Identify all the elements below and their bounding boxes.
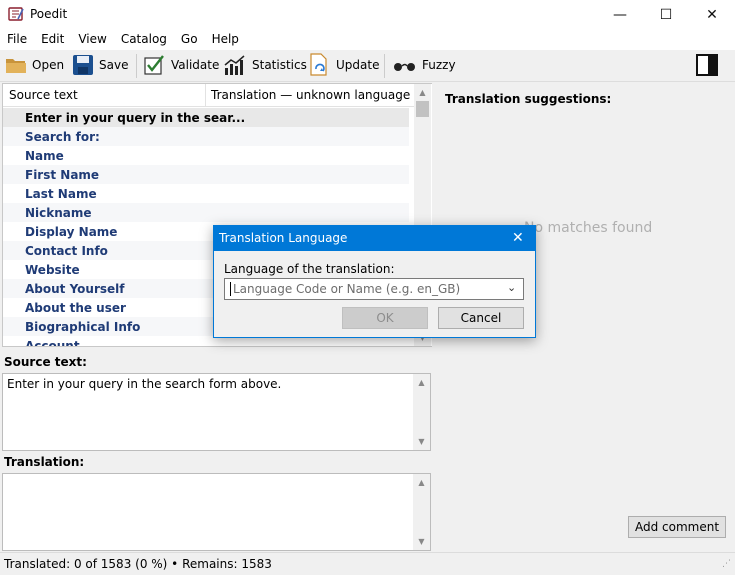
chevron-down-icon[interactable]: ▼ (413, 433, 430, 450)
statistics-label: Statistics (252, 58, 307, 72)
add-comment-button[interactable]: Add comment (628, 516, 726, 538)
open-label: Open (32, 58, 65, 72)
maximize-button[interactable]: ☐ (643, 0, 689, 30)
minimize-icon: — (613, 7, 627, 23)
text-caret (230, 282, 231, 296)
no-matches-text: No matches found (524, 220, 653, 236)
status-text: Translated: 0 of 1583 (0 %) • Remains: 1… (4, 557, 272, 571)
glasses-icon (394, 63, 415, 71)
statistics-chart-icon (224, 55, 245, 75)
toolbar-separator (136, 54, 137, 78)
source-text-label: Source text: (4, 355, 87, 369)
update-button[interactable]: Update (309, 52, 379, 78)
update-label: Update (336, 58, 380, 72)
language-combobox[interactable]: Language Code or Name (e.g. en_GB) ⌄ (224, 278, 524, 300)
close-button[interactable]: ✕ (689, 0, 735, 30)
menu-view[interactable]: View (71, 30, 113, 50)
maximize-icon: ☐ (659, 7, 673, 23)
title-bar: Poedit — ☐ ✕ (0, 0, 735, 30)
update-refresh-icon (310, 53, 327, 76)
fuzzy-button[interactable]: Fuzzy (393, 52, 456, 78)
menu-catalog[interactable]: Catalog (114, 30, 174, 50)
translation-input[interactable]: ▲ ▼ (2, 473, 431, 551)
language-input-placeholder[interactable]: Language Code or Name (e.g. en_GB) (233, 282, 460, 296)
open-button[interactable]: Open (5, 52, 64, 78)
menu-go[interactable]: Go (174, 30, 205, 50)
validate-check-icon (144, 55, 164, 75)
toolbar-separator (384, 54, 385, 78)
ok-button[interactable]: OK (342, 307, 428, 329)
resize-grip-icon[interactable]: ⋰ (722, 559, 731, 569)
source-text-box: Enter in your query in the search form a… (2, 373, 431, 451)
column-header-source[interactable]: Source text (9, 88, 78, 102)
toggle-sidebar-button[interactable] (695, 54, 719, 76)
menu-help[interactable]: Help (205, 30, 246, 50)
list-item[interactable]: First Name (3, 165, 409, 184)
chevron-down-icon[interactable]: ⌄ (507, 281, 516, 294)
cancel-button[interactable]: Cancel (438, 307, 524, 329)
close-icon: ✕ (706, 7, 718, 23)
menu-edit[interactable]: Edit (34, 30, 71, 50)
list-header: Source text Translation — unknown langua… (3, 84, 414, 107)
window-title: Poedit (30, 7, 68, 21)
minimize-button[interactable]: — (597, 0, 643, 30)
language-label: Language of the translation: (224, 262, 395, 276)
chevron-up-icon[interactable]: ▲ (414, 84, 431, 101)
translation-label: Translation: (4, 455, 85, 469)
source-text-content: Enter in your query in the search form a… (7, 377, 282, 391)
status-bar: Translated: 0 of 1583 (0 %) • Remains: 1… (0, 552, 735, 575)
list-item[interactable]: Name (3, 146, 409, 165)
save-label: Save (99, 58, 129, 72)
statistics-button[interactable]: Statistics (223, 52, 307, 78)
translation-language-dialog: Translation Language ✕ Language of the t… (213, 225, 536, 338)
list-item[interactable]: Last Name (3, 184, 409, 203)
folder-icon (6, 59, 26, 73)
floppy-disk-icon (73, 55, 93, 75)
column-header-translation[interactable]: Translation — unknown language (211, 88, 410, 102)
scroll-thumb[interactable] (416, 101, 429, 117)
dialog-close-icon[interactable]: ✕ (512, 230, 524, 246)
validate-label: Validate (171, 58, 220, 72)
sidebar-toggle-icon (696, 54, 718, 76)
source-scrollbar[interactable]: ▲ ▼ (413, 374, 430, 450)
poedit-app-icon (8, 7, 24, 21)
list-item[interactable]: Enter in your query in the sear... (3, 108, 409, 127)
chevron-up-icon[interactable]: ▲ (413, 374, 430, 391)
chevron-up-icon[interactable]: ▲ (413, 474, 430, 491)
list-item[interactable]: Nickname (3, 203, 409, 222)
column-divider[interactable] (205, 84, 206, 106)
save-button[interactable]: Save (72, 52, 128, 78)
dialog-title: Translation Language (219, 231, 348, 245)
list-item[interactable]: Search for: (3, 127, 409, 146)
menu-bar: File Edit View Catalog Go Help (0, 30, 735, 50)
chevron-down-icon[interactable]: ▼ (413, 533, 430, 550)
menu-file[interactable]: File (0, 30, 34, 50)
dialog-title-bar: Translation Language ✕ (214, 226, 535, 251)
suggestions-title: Translation suggestions: (445, 92, 612, 106)
fuzzy-label: Fuzzy (422, 58, 456, 72)
validate-button[interactable]: Validate (144, 52, 219, 78)
translation-scrollbar[interactable]: ▲ ▼ (413, 474, 430, 550)
